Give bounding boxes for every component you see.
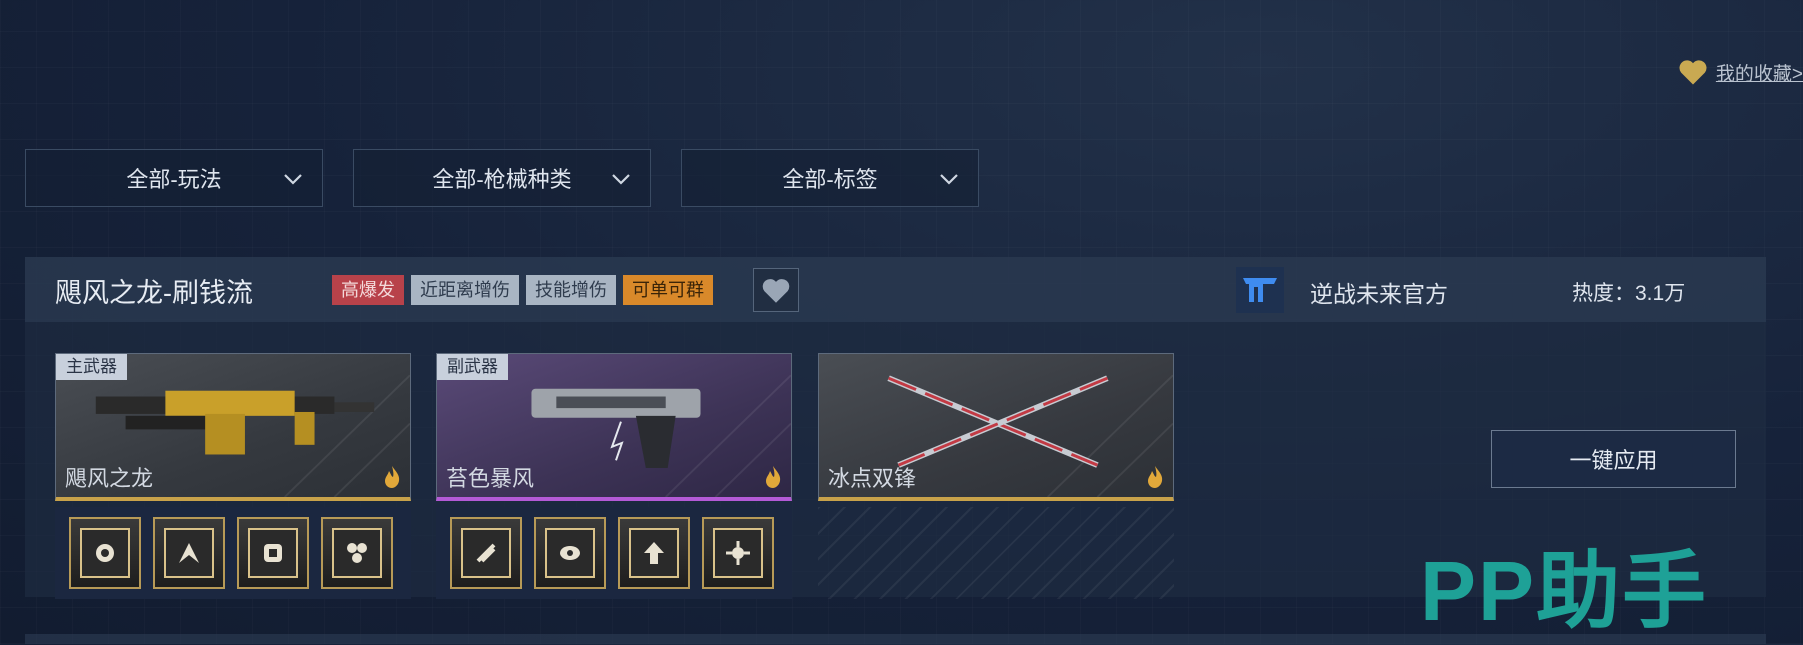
weapon-type-filter-dropdown[interactable]: 全部-枪械种类 (353, 149, 651, 207)
author-name[interactable]: 逆战未来官方 (1310, 275, 1448, 309)
mod-slot[interactable] (618, 517, 690, 589)
filter-bar: 全部-玩法 全部-枪械种类 全部-标签 (25, 149, 979, 207)
mod-icon (347, 543, 367, 563)
mod-icon (476, 543, 496, 563)
primary-weapon-mods (55, 507, 411, 599)
official-logo-icon (1236, 267, 1284, 313)
tag-badge: 可单可群 (623, 275, 713, 305)
heart-icon (1679, 60, 1707, 85)
nizhan-logo-icon (1243, 278, 1277, 302)
flame-icon (766, 466, 781, 488)
chevron-down-icon (940, 174, 958, 185)
empty-mods-area (818, 507, 1174, 599)
weapon-type-filter-value: 全部-枪械种类 (432, 167, 572, 192)
mod-slot[interactable] (69, 517, 141, 589)
tag-badge: 高爆发 (332, 275, 404, 305)
mod-icon (179, 543, 199, 563)
mod-slot[interactable] (321, 517, 393, 589)
mod-icon (726, 541, 750, 565)
tag-badge: 近距离增伤 (411, 275, 519, 305)
mod-slot[interactable] (702, 517, 774, 589)
weapon-slot-label: 主武器 (56, 354, 127, 380)
tag-badge: 技能增伤 (526, 275, 616, 305)
heart-icon (762, 278, 790, 303)
mod-slot[interactable] (237, 517, 309, 589)
weapon-name: 冰点双锋 (828, 466, 917, 491)
tag-filter-value: 全部-标签 (782, 167, 878, 192)
chevron-down-icon (284, 174, 302, 185)
chevron-down-icon (612, 174, 630, 185)
weapon-name: 飓风之龙 (65, 466, 154, 491)
watermark: PP助手 (1420, 544, 1709, 638)
flame-icon (385, 466, 400, 488)
tag-filter-dropdown[interactable]: 全部-标签 (681, 149, 979, 207)
weapon-name: 苔色暴风 (446, 466, 535, 491)
secondary-weapon-mods (436, 507, 792, 599)
apply-loadout-button[interactable]: 一键应用 (1491, 430, 1736, 488)
mod-icon (644, 542, 664, 564)
my-favorites-label[interactable]: 我的收藏> (1716, 59, 1803, 86)
gameplay-filter-dropdown[interactable]: 全部-玩法 (25, 149, 323, 207)
favorite-button[interactable] (753, 268, 799, 312)
heat-count: 热度：3.1万 (1572, 282, 1686, 305)
melee-weapon-card[interactable]: 冰点双锋 (818, 353, 1174, 501)
mod-icon (96, 544, 114, 562)
gameplay-filter-value: 全部-玩法 (126, 167, 222, 192)
loadout-card-header: 飓风之龙-刷钱流 高爆发 近距离增伤 技能增伤 可单可群 逆战未来官方 热度：3… (25, 257, 1766, 322)
loadout-tags: 高爆发 近距离增伤 技能增伤 可单可群 (332, 275, 713, 305)
mod-slot[interactable] (153, 517, 225, 589)
mod-slot[interactable] (450, 517, 522, 589)
primary-weapon-card[interactable]: 主武器 飓风之龙 (55, 353, 411, 501)
mod-icon (560, 546, 580, 560)
mod-icon (264, 544, 282, 562)
my-favorites-link[interactable]: 我的收藏> (1678, 58, 1803, 86)
loadout-title: 飓风之龙-刷钱流 (55, 278, 253, 308)
flame-icon (1148, 466, 1163, 488)
mod-slot[interactable] (534, 517, 606, 589)
weapon-slot-label: 副武器 (437, 354, 508, 380)
secondary-weapon-card[interactable]: 副武器 苔色暴风 (436, 353, 792, 501)
